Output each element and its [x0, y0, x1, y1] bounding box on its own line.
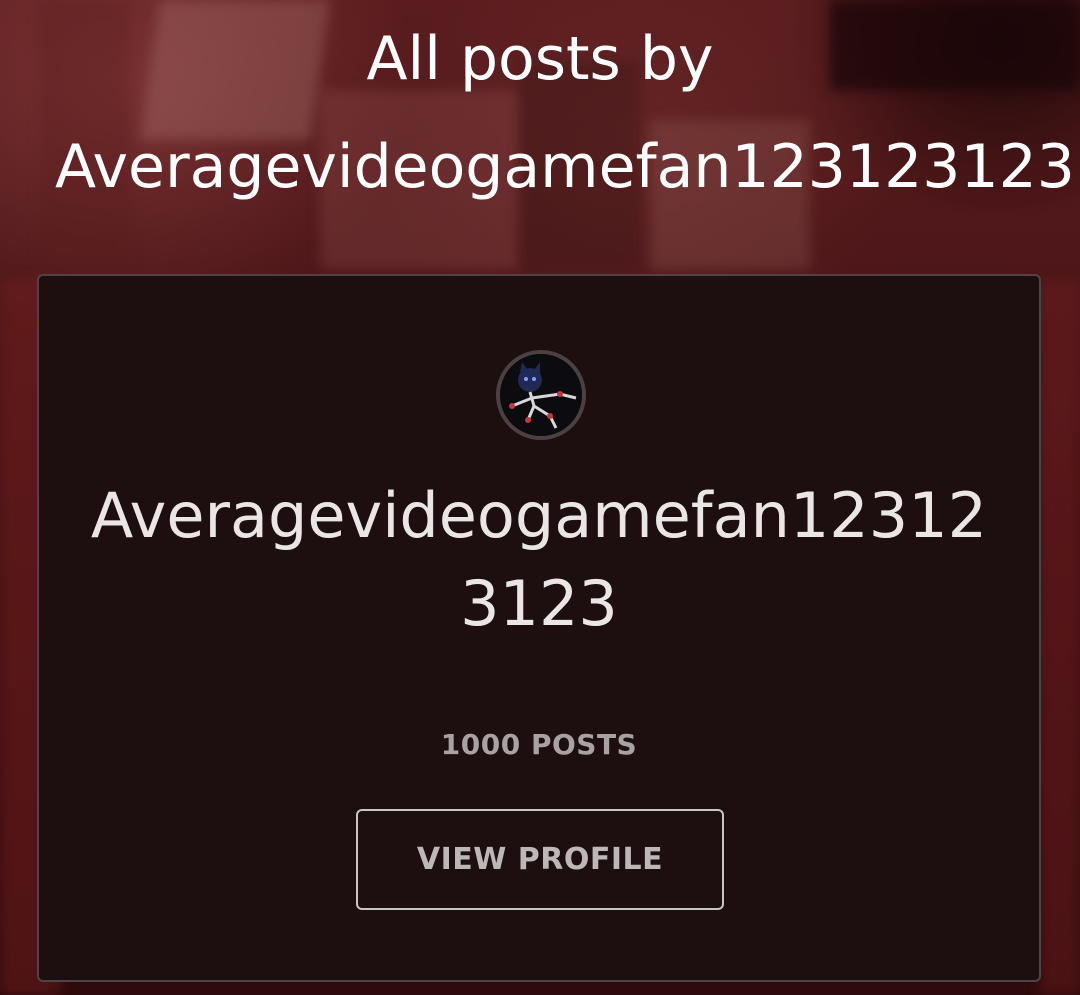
page-title: All posts by Averagevideogamefan12312312…	[0, 0, 1080, 270]
avatar[interactable]	[496, 350, 586, 440]
profile-username: Averagevideogamefan123123123	[90, 479, 988, 640]
post-count: 1000 POSTS	[440, 728, 638, 761]
page-title-prefix: All posts by	[366, 24, 714, 94]
view-profile-button[interactable]: VIEW PROFILE	[356, 809, 724, 910]
avatar-image	[500, 354, 582, 436]
profile-card: Averagevideogamefan123123123 1000 POSTS …	[37, 274, 1041, 982]
page-title-username: Averagevideogamefan123123123	[55, 132, 1075, 202]
